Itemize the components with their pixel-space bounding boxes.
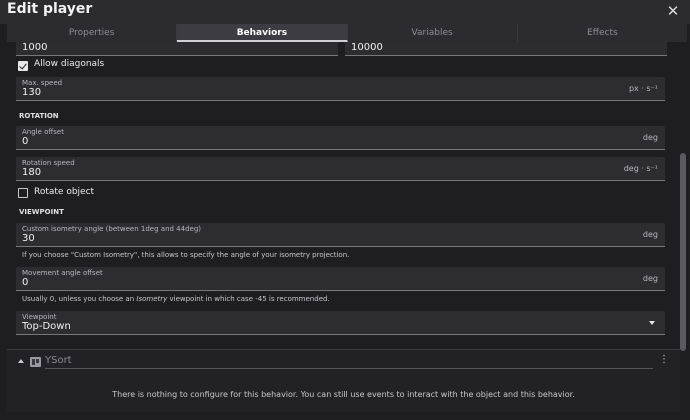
tab-effects[interactable]: Effects (518, 24, 687, 42)
allow-diagonals-label: Allow diagonals (34, 59, 105, 69)
viewpoint-section-heading: VIEWPOINT (19, 208, 64, 216)
allow-diagonals-checkbox[interactable] (18, 61, 28, 71)
ysort-behavior-panel: YSort ⋮ There is nothing to configure fo… (7, 350, 680, 412)
ysort-info-text: There is nothing to configure for this b… (112, 390, 575, 399)
angle-offset-unit: deg (642, 133, 658, 142)
help-text-start: Usually 0, unless you choose an (22, 295, 137, 303)
movement-angle-offset-label: Movement angle offset (22, 269, 103, 277)
dialog-title: Edit player (7, 1, 93, 17)
movement-angle-offset-field[interactable]: Movement angle offset 0 deg (16, 267, 665, 291)
tab-variables[interactable]: Variables (348, 24, 518, 42)
angle-offset-label: Angle offset (22, 128, 64, 136)
angle-offset-value: 0 (22, 136, 29, 147)
movement-angle-offset-unit: deg (642, 274, 658, 283)
more-options-icon[interactable]: ⋮ (659, 355, 669, 365)
rotation-speed-unit: deg · s⁻¹ (623, 164, 658, 173)
chevron-up-icon[interactable] (18, 359, 24, 363)
rotate-object-checkbox[interactable] (18, 188, 28, 198)
acceleration-value: 1000 (22, 42, 48, 53)
dialog-titlebar: Edit player ✕ (0, 0, 690, 24)
help-text-end: viewpoint in which case -45 is recommend… (167, 295, 330, 303)
deceleration-field[interactable]: 10000 (345, 42, 667, 56)
rotate-object-label: Rotate object (34, 187, 95, 197)
viewpoint-select[interactable]: Viewpoint Top-Down (16, 311, 665, 335)
angle-offset-field[interactable]: Angle offset 0 deg (16, 126, 665, 150)
tab-properties[interactable]: Properties (7, 24, 178, 42)
help-text-emphasis: Isometry (136, 295, 168, 303)
rotation-section-heading: ROTATION (19, 112, 59, 120)
tab-bar: Properties Behaviors Variables Effects (7, 24, 687, 42)
acceleration-field[interactable]: 1000 (16, 42, 338, 56)
tab-behaviors[interactable]: Behaviors (177, 24, 348, 42)
close-icon[interactable]: ✕ (664, 2, 682, 20)
rotation-speed-label: Rotation speed (22, 159, 75, 167)
viewpoint-value: Top-Down (22, 321, 71, 332)
isometry-angle-field[interactable]: Custom isometry angle (between 1deg and … (16, 223, 665, 247)
max-speed-value: 130 (22, 87, 42, 98)
deceleration-value: 10000 (351, 42, 383, 53)
viewpoint-label: Viewpoint (22, 313, 57, 321)
movement-angle-offset-help: Usually 0, unless you choose an Isometry… (22, 295, 330, 303)
isometry-angle-label: Custom isometry angle (between 1deg and … (22, 225, 202, 233)
max-speed-unit: px · s⁻¹ (628, 84, 658, 93)
isometry-angle-value: 30 (22, 233, 35, 244)
max-speed-field[interactable]: Max. speed 130 px · s⁻¹ (16, 77, 665, 101)
max-speed-label: Max. speed (22, 79, 63, 87)
rotation-speed-field[interactable]: Rotation speed 180 deg · s⁻¹ (16, 157, 665, 181)
isometry-angle-help: If you choose "Custom Isometry", this al… (22, 251, 350, 259)
behavior-icon (30, 357, 41, 367)
ysort-name-input[interactable]: YSort (45, 355, 653, 369)
isometry-angle-unit: deg (642, 230, 658, 239)
panel-scrollbar[interactable] (680, 153, 686, 351)
behavior-panel: 1000 10000 Allow diagonals Max. speed 13… (7, 42, 678, 351)
chevron-down-icon[interactable] (649, 321, 655, 325)
rotation-speed-value: 180 (22, 167, 42, 178)
movement-angle-offset-value: 0 (22, 277, 29, 288)
